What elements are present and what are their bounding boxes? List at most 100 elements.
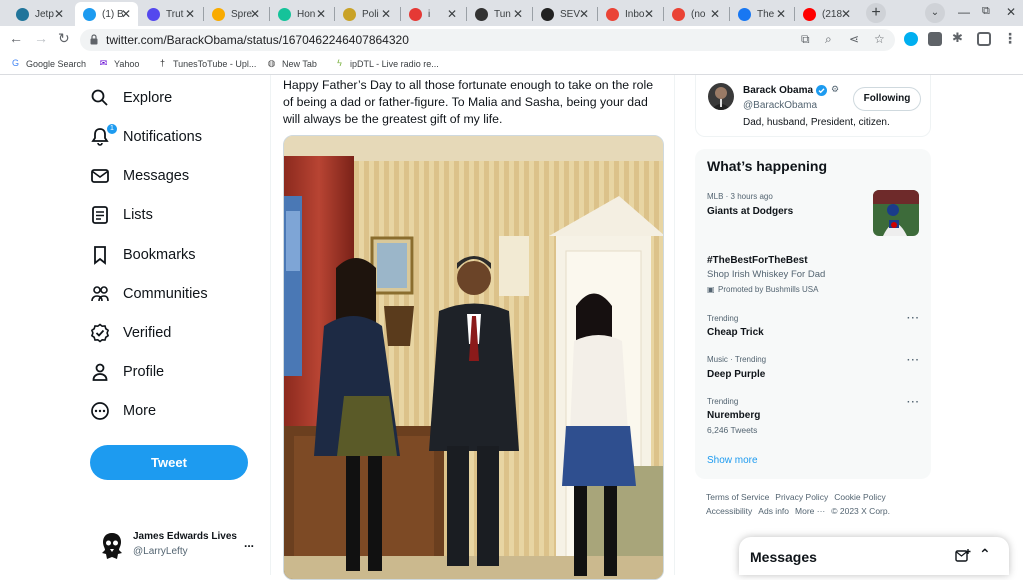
browser-tab[interactable]: Trut ✕ — [139, 2, 202, 26]
minimize-button[interactable]: — — [958, 5, 970, 19]
close-tab-icon[interactable]: ✕ — [54, 7, 64, 21]
people-icon — [90, 284, 110, 304]
more-options-icon[interactable]: ··· — [907, 313, 920, 324]
footer-link[interactable]: Accessibility — [706, 506, 752, 516]
sidebar-item-label: Explore — [123, 90, 173, 106]
lock-icon[interactable] — [90, 34, 98, 45]
browser-tab[interactable]: (218 ✕ — [795, 2, 858, 26]
sidebar-item-profile[interactable]: Profile — [90, 352, 164, 392]
tab-search-button[interactable]: ⌄ — [925, 3, 945, 23]
search-icon — [90, 88, 110, 108]
politics-icon — [343, 7, 356, 21]
trend-title[interactable]: Cheap Trick — [707, 327, 764, 338]
forward-button[interactable]: → — [34, 30, 48, 46]
bookmark-label: ipDTL - Live radio re... — [350, 58, 439, 69]
account-switcher[interactable]: James Edwards Lives @LarryLefty ... — [100, 530, 265, 566]
browser-tab[interactable]: Inbo ✕ — [598, 2, 661, 26]
reload-button[interactable]: ↻ — [58, 30, 70, 47]
browser-tab[interactable]: The ✕ — [730, 2, 793, 26]
close-tab-icon[interactable]: ✕ — [710, 7, 720, 21]
bookmark-item[interactable]: G Google Search — [10, 58, 86, 69]
bookmark-star-icon[interactable]: ☆ — [874, 32, 885, 46]
show-more-link[interactable]: Show more — [707, 455, 758, 466]
profile-card: Barack Obama ⚙ @BarackObama Following Da… — [695, 75, 931, 137]
menu-icon[interactable]: ⋮ — [1003, 30, 1017, 47]
close-tab-icon[interactable]: ✕ — [776, 7, 786, 21]
extensions-puzzle-icon[interactable]: ✱ — [952, 30, 963, 46]
close-tab-icon[interactable]: ✕ — [841, 7, 851, 21]
browser-tab[interactable]: Tun ✕ — [467, 2, 530, 26]
sidebar-item-bookmarks[interactable]: Bookmarks — [90, 235, 196, 275]
close-tab-icon[interactable]: ✕ — [644, 7, 654, 21]
browser-tab[interactable]: (no ✕ — [664, 2, 727, 26]
new-message-icon[interactable] — [955, 548, 971, 564]
sidebar-item-lists[interactable]: Lists — [90, 195, 153, 235]
trend-title[interactable]: Nuremberg — [707, 410, 760, 421]
bookmark-item[interactable]: ✉ Yahoo — [98, 58, 140, 69]
url-text[interactable]: twitter.com/BarackObama/status/167046224… — [106, 33, 409, 47]
browser-tab[interactable]: Hon ✕ — [270, 2, 333, 26]
side-panel-icon[interactable] — [977, 32, 991, 46]
trend-title[interactable]: Giants at Dodgers — [707, 206, 793, 217]
more-options-icon[interactable]: ··· — [907, 355, 920, 366]
restore-button[interactable]: ⧉ — [982, 5, 990, 18]
back-button[interactable]: ← — [9, 30, 23, 46]
sidebar-item-verified[interactable]: Verified — [90, 313, 171, 353]
close-window-button[interactable]: ✕ — [1006, 5, 1016, 19]
more-options-icon[interactable]: ··· — [907, 397, 920, 408]
trend-thumbnail[interactable] — [873, 190, 919, 236]
zoom-icon[interactable]: ⌕ — [825, 32, 832, 47]
browser-tab[interactable]: Jetp ✕ — [8, 2, 71, 26]
close-tab-icon[interactable]: ✕ — [447, 7, 457, 21]
trend-title[interactable]: Deep Purple — [707, 369, 765, 380]
collapse-icon[interactable]: ⌃ — [979, 546, 991, 563]
bookmark-item[interactable]: ◍ New Tab — [266, 58, 317, 69]
sidebar-item-explore[interactable]: Explore — [90, 78, 172, 118]
browser-tab[interactable]: Poli ✕ — [335, 2, 398, 26]
trend-meta: Music · Trending — [707, 355, 767, 364]
close-tab-icon[interactable]: ✕ — [381, 7, 391, 21]
promoted-trend-title[interactable]: #TheBestForTheBest — [707, 255, 808, 266]
close-tab-icon[interactable]: ✕ — [250, 7, 260, 21]
browser-tab[interactable]: (1) B ✕ — [75, 2, 138, 26]
extension-icon[interactable] — [928, 32, 942, 46]
tab-separator — [334, 7, 335, 21]
footer-link: © 2023 X Corp. — [831, 506, 890, 516]
close-tab-icon[interactable]: ✕ — [316, 7, 326, 21]
oval-office-photo — [284, 136, 663, 579]
skype-extension-icon[interactable] — [904, 32, 918, 46]
profile-name[interactable]: Barack Obama — [743, 85, 813, 96]
close-tab-icon[interactable]: ✕ — [579, 7, 589, 21]
sidebar-item-more[interactable]: More — [90, 391, 156, 431]
bookmark-item[interactable]: ϟ ipDTL - Live radio re... — [334, 58, 439, 69]
bookmark-item[interactable]: † TunesToTube - Upl... — [157, 58, 256, 69]
more-options-icon[interactable]: ... — [244, 536, 254, 550]
footer-link[interactable]: Terms of Service — [706, 492, 769, 502]
browser-tab[interactable]: i ✕ — [401, 2, 464, 26]
new-tab-button[interactable]: + — [866, 3, 886, 23]
close-tab-icon[interactable]: ✕ — [513, 7, 523, 21]
messages-drawer-title: Messages — [750, 549, 817, 565]
promoted-label: Promoted by Bushmills USA — [718, 285, 819, 294]
sidebar-item-messages[interactable]: Messages — [90, 156, 189, 196]
account-name: James Edwards Lives — [133, 531, 237, 542]
footer-link[interactable]: Privacy Policy — [775, 492, 828, 502]
footer-link[interactable]: Ads info — [758, 506, 789, 516]
close-tab-icon[interactable]: ✕ — [185, 7, 195, 21]
sidebar-item-communities[interactable]: Communities — [90, 274, 208, 314]
messages-drawer[interactable]: Messages ⌃ — [739, 537, 1009, 575]
following-button[interactable]: Following — [853, 87, 921, 111]
browser-tab[interactable]: SEV ✕ — [533, 2, 596, 26]
address-bar[interactable]: twitter.com/BarackObama/status/167046224… — [80, 29, 895, 51]
browser-tab[interactable]: Spre ✕ — [204, 2, 267, 26]
footer-link[interactable]: Cookie Policy — [834, 492, 886, 502]
sidebar-item-notifications[interactable]: Notifications — [90, 117, 202, 157]
share-icon[interactable]: ⋖ — [849, 32, 859, 46]
profile-handle[interactable]: @BarackObama — [743, 100, 817, 111]
tweet-photo[interactable] — [283, 135, 664, 580]
obama-avatar[interactable] — [708, 83, 734, 110]
close-tab-icon[interactable]: ✕ — [121, 7, 131, 21]
tweet-button[interactable]: Tweet — [90, 445, 248, 480]
footer-link[interactable]: More ··· — [795, 506, 825, 516]
install-app-icon[interactable]: ⧉ — [801, 32, 810, 47]
